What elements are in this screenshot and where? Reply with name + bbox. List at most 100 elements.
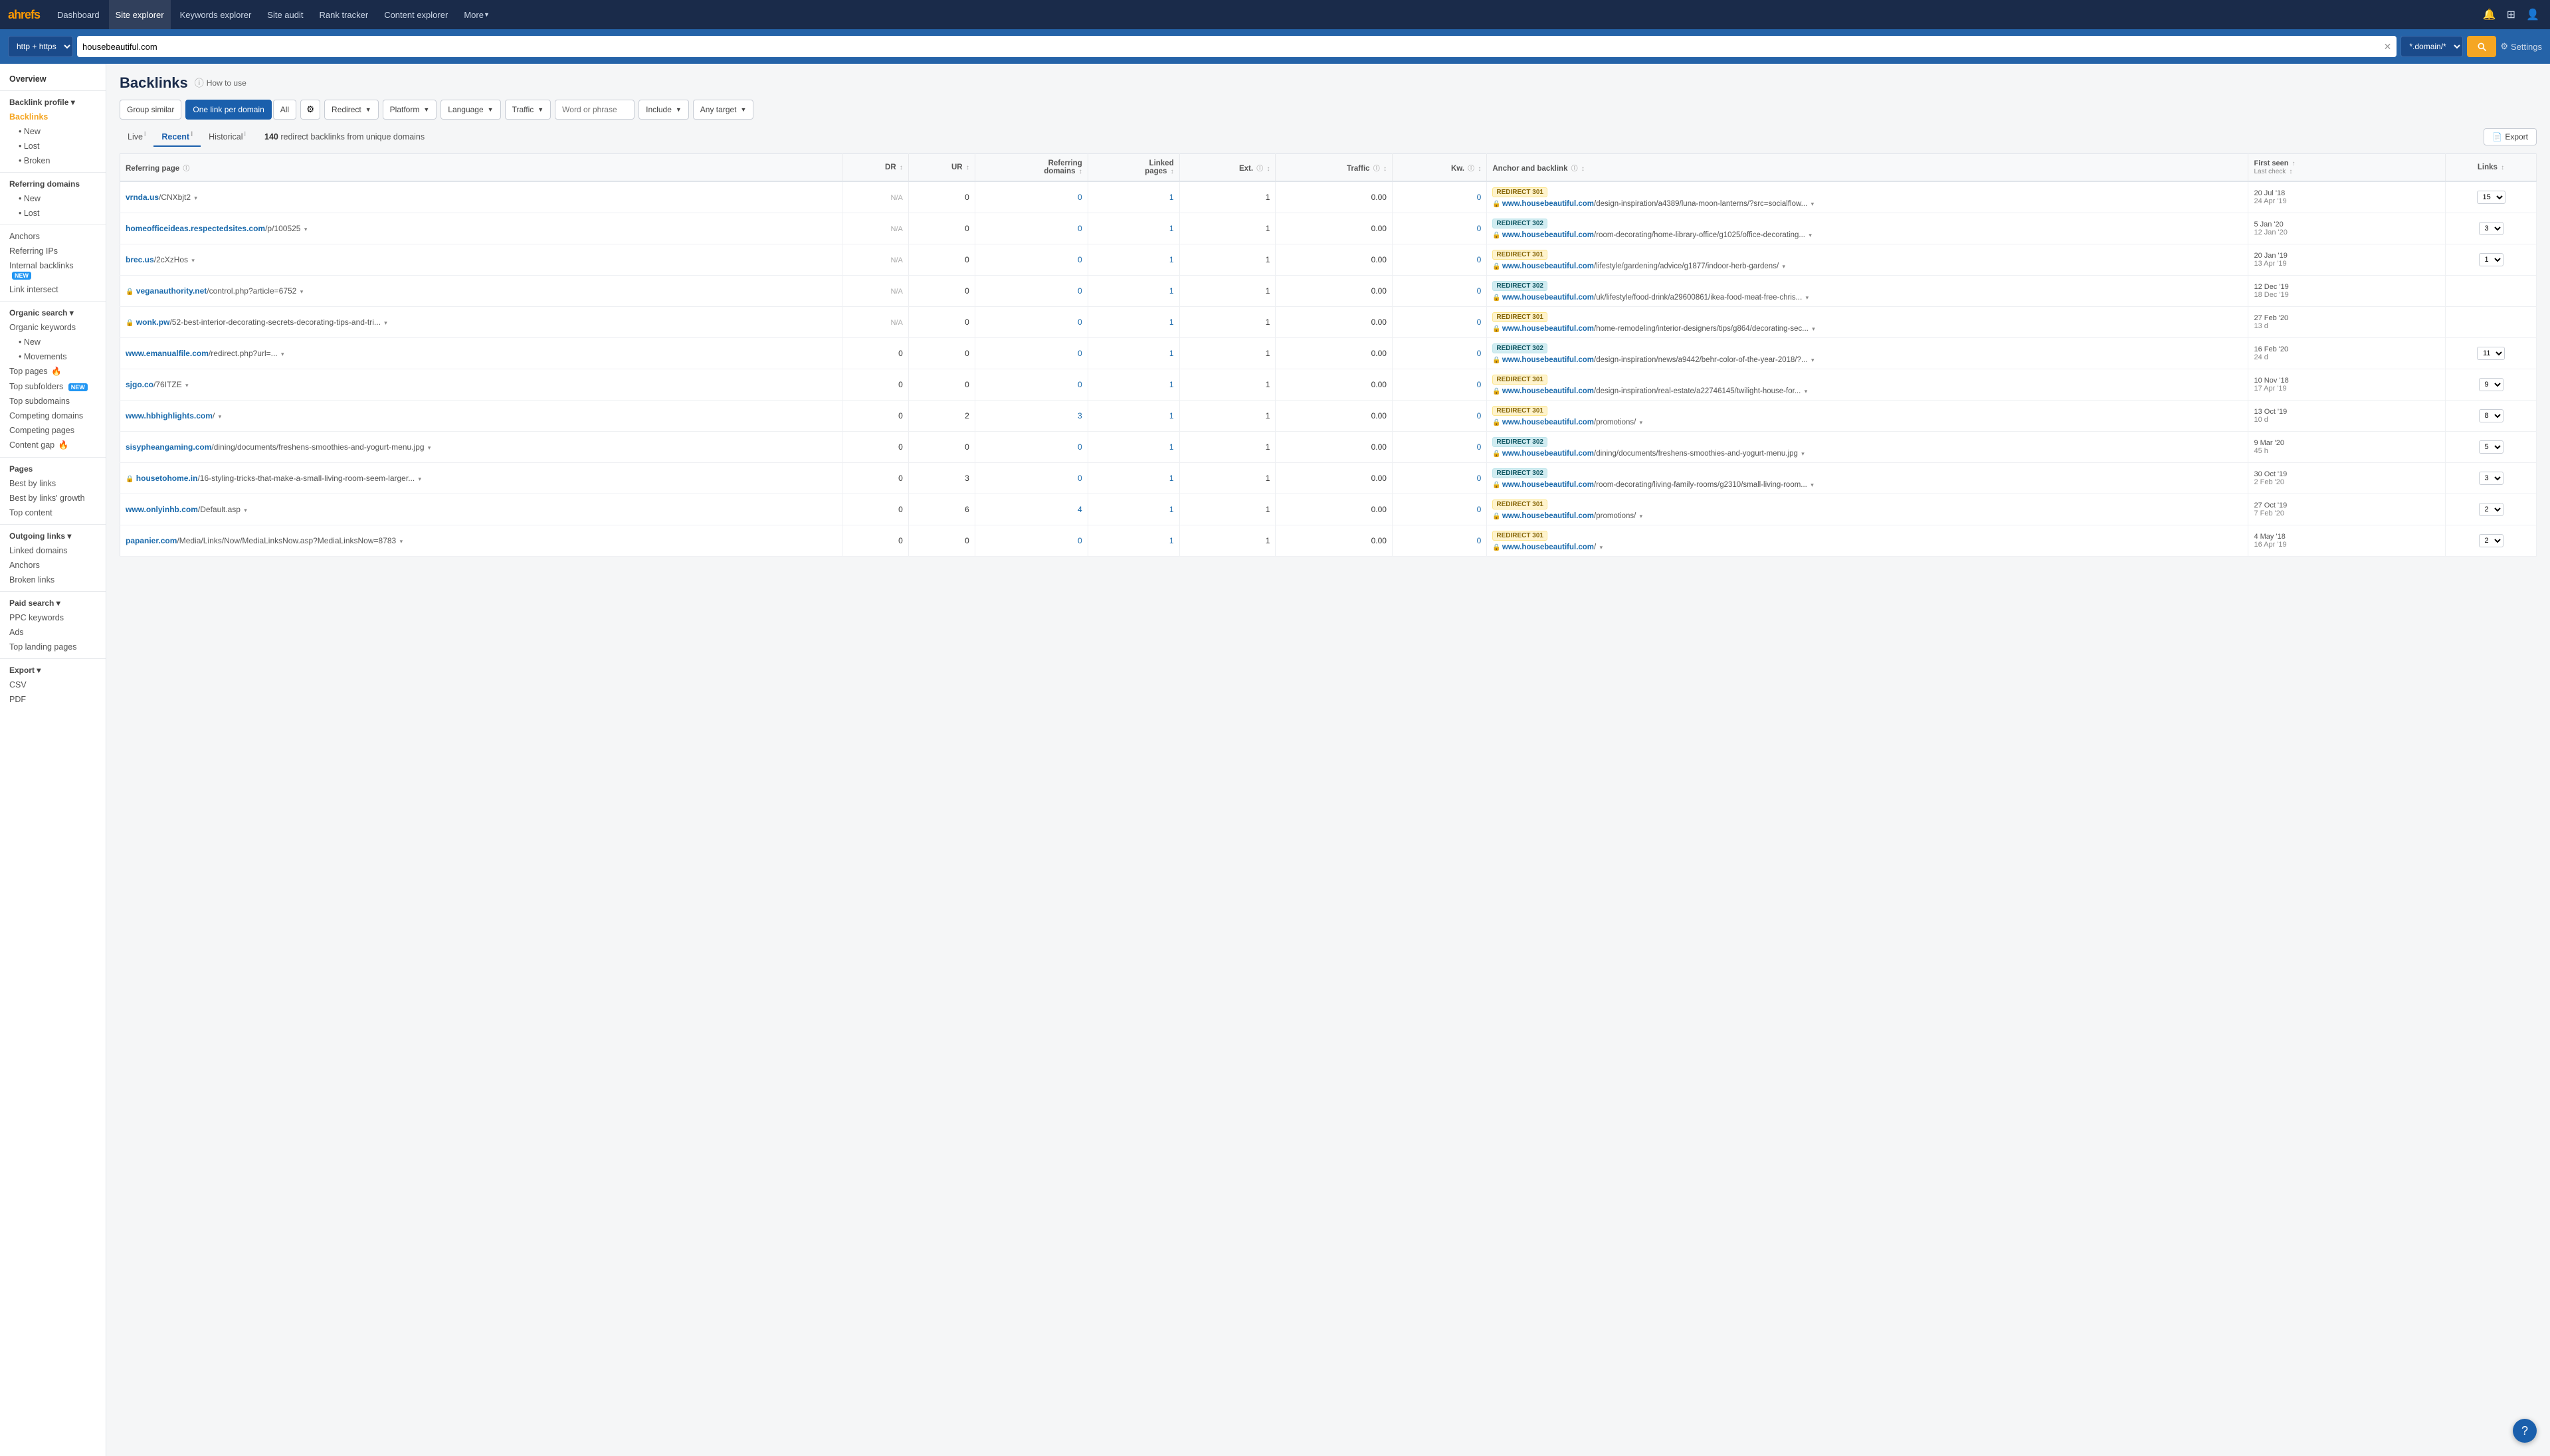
sidebar-top-subfolders[interactable]: Top subfolders NEW — [0, 379, 106, 394]
pattern-select[interactable]: *.domain/* domain/* *.domain exact — [2401, 36, 2463, 57]
sidebar-item-new[interactable]: • New — [0, 124, 106, 139]
links-select[interactable]: 8 — [2479, 409, 2503, 422]
referring-page-link[interactable]: 🔒 veganauthority.net — [126, 286, 207, 296]
nav-content-explorer[interactable]: Content explorer — [377, 0, 454, 29]
sidebar-top-subdomains[interactable]: Top subdomains — [0, 394, 106, 409]
referring-page-link[interactable]: brec.us — [126, 255, 154, 264]
ref-dropdown-icon[interactable]: ▾ — [191, 257, 195, 264]
sidebar-ppc-keywords[interactable]: PPC keywords — [0, 610, 106, 625]
links-select[interactable]: 11 — [2477, 347, 2505, 360]
links-select[interactable]: 2 — [2479, 534, 2503, 547]
how-to-use-link[interactable]: ⓘ How to use — [195, 76, 246, 90]
ref-dropdown-icon[interactable]: ▾ — [419, 476, 422, 482]
nav-site-explorer[interactable]: Site explorer — [109, 0, 171, 29]
ref-domains-link[interactable]: 0 — [1078, 255, 1082, 264]
nav-notifications[interactable]: 🔔 — [2480, 5, 2499, 24]
sidebar-ok-new[interactable]: • New — [0, 335, 106, 349]
search-button[interactable] — [2467, 36, 2496, 57]
sidebar-competing-domains[interactable]: Competing domains — [0, 409, 106, 423]
redirect-filter[interactable]: Redirect ▼ — [324, 100, 379, 120]
linked-pages-link[interactable]: 1 — [1169, 505, 1174, 514]
th-ext[interactable]: Ext. ⓘ ↕ — [1179, 154, 1276, 182]
ref-dropdown-icon[interactable]: ▾ — [219, 413, 222, 420]
sidebar-linked-domains[interactable]: Linked domains — [0, 543, 106, 558]
sidebar-organic-keywords[interactable]: Organic keywords — [0, 320, 106, 335]
anchor-dropdown-icon[interactable]: ▾ — [1805, 388, 1808, 395]
links-select[interactable]: 3 — [2479, 472, 2503, 485]
platform-filter[interactable]: Platform ▼ — [383, 100, 437, 120]
th-first-seen[interactable]: First seen ↑Last check ↕ — [2248, 154, 2446, 182]
referring-page-link[interactable]: www.emanualfile.com — [126, 349, 209, 358]
links-select[interactable]: 5 — [2479, 440, 2503, 454]
kw-link[interactable]: 0 — [1477, 380, 1482, 389]
nav-site-audit[interactable]: Site audit — [260, 0, 310, 29]
th-ref-domains[interactable]: Referringdomains ↕ — [975, 154, 1088, 182]
anchor-link[interactable]: 🔒www.housebeautiful.com/promotions/ — [1492, 512, 1636, 520]
one-link-per-domain-button[interactable]: One link per domain — [185, 100, 271, 120]
anchor-link[interactable]: 🔒www.housebeautiful.com/home-remodeling/… — [1492, 325, 1809, 333]
ref-domains-link[interactable]: 0 — [1078, 536, 1082, 545]
sidebar-best-by-growth[interactable]: Best by links' growth — [0, 491, 106, 505]
protocol-select[interactable]: http + https http https — [8, 36, 73, 57]
tab-historical[interactable]: Historicali — [201, 126, 254, 147]
ref-dropdown-icon[interactable]: ▾ — [384, 319, 387, 326]
sidebar-top-pages[interactable]: Top pages 🔥 — [0, 364, 106, 379]
anchor-dropdown-icon[interactable]: ▾ — [1812, 325, 1815, 332]
links-select[interactable]: 2 — [2479, 503, 2503, 516]
referring-page-link[interactable]: 🔒 housetohome.in — [126, 474, 197, 483]
th-dr[interactable]: DR ↕ — [842, 154, 908, 182]
linked-pages-link[interactable]: 1 — [1169, 255, 1174, 264]
sidebar-pdf[interactable]: PDF — [0, 692, 106, 707]
sidebar-item-broken[interactable]: • Broken — [0, 153, 106, 168]
ref-domains-link[interactable]: 4 — [1078, 505, 1082, 514]
nav-more[interactable]: More ▼ — [457, 0, 496, 29]
anchor-dropdown-icon[interactable]: ▾ — [1600, 544, 1603, 551]
anchor-dropdown-icon[interactable]: ▾ — [1640, 419, 1643, 426]
kw-link[interactable]: 0 — [1477, 411, 1482, 420]
sidebar-outgoing-anchors[interactable]: Anchors — [0, 558, 106, 573]
referring-page-link[interactable]: vrnda.us — [126, 193, 159, 202]
sidebar-overview[interactable]: Overview — [0, 72, 106, 86]
all-button[interactable]: All — [273, 100, 296, 120]
linked-pages-link[interactable]: 1 — [1169, 380, 1174, 389]
linked-pages-link[interactable]: 1 — [1169, 193, 1174, 202]
nav-user[interactable]: 👤 — [2523, 5, 2542, 24]
ref-domains-link[interactable]: 0 — [1078, 193, 1082, 202]
ref-dropdown-icon[interactable]: ▾ — [185, 382, 189, 389]
language-filter[interactable]: Language ▼ — [441, 100, 500, 120]
ref-dropdown-icon[interactable]: ▾ — [304, 226, 308, 232]
anchor-dropdown-icon[interactable]: ▾ — [1811, 482, 1814, 488]
sidebar-organic-search[interactable]: Organic search ▾ — [0, 306, 106, 320]
ref-domains-link[interactable]: 0 — [1078, 442, 1082, 452]
anchor-dropdown-icon[interactable]: ▾ — [1783, 263, 1786, 270]
ref-domains-link[interactable]: 0 — [1078, 318, 1082, 327]
ref-domains-link[interactable]: 0 — [1078, 286, 1082, 296]
anchor-link[interactable]: 🔒www.housebeautiful.com/uk/lifestyle/foo… — [1492, 294, 1802, 302]
th-links[interactable]: Links ↕ — [2446, 154, 2537, 182]
kw-link[interactable]: 0 — [1477, 286, 1482, 296]
export-button[interactable]: 📄 Export — [2484, 128, 2537, 145]
sidebar-item-lost[interactable]: • Lost — [0, 139, 106, 153]
anchor-dropdown-icon[interactable]: ▾ — [1801, 450, 1805, 457]
th-traffic[interactable]: Traffic ⓘ ↕ — [1276, 154, 1392, 182]
referring-page-link[interactable]: papanier.com — [126, 536, 177, 545]
kw-link[interactable]: 0 — [1477, 442, 1482, 452]
linked-pages-link[interactable]: 1 — [1169, 536, 1174, 545]
anchor-dropdown-icon[interactable]: ▾ — [1640, 513, 1643, 519]
ref-dropdown-icon[interactable]: ▾ — [281, 351, 284, 357]
linked-pages-link[interactable]: 1 — [1169, 411, 1174, 420]
sidebar-referring-domains[interactable]: Referring domains — [0, 177, 106, 191]
kw-link[interactable]: 0 — [1477, 474, 1482, 483]
sidebar-backlink-profile[interactable]: Backlink profile ▾ — [0, 95, 106, 110]
include-filter[interactable]: Include ▼ — [638, 100, 689, 120]
kw-link[interactable]: 0 — [1477, 505, 1482, 514]
anchor-dropdown-icon[interactable]: ▾ — [1809, 232, 1812, 238]
sidebar-top-content[interactable]: Top content — [0, 505, 106, 520]
settings-button[interactable]: ⚙ Settings — [2500, 41, 2542, 52]
sidebar-ok-movements[interactable]: • Movements — [0, 349, 106, 364]
sidebar-item-backlinks[interactable]: Backlinks — [0, 110, 106, 124]
anchor-link[interactable]: 🔒www.housebeautiful.com/design-inspirati… — [1492, 387, 1801, 395]
referring-page-link[interactable]: 🔒 wonk.pw — [126, 318, 169, 327]
linked-pages-link[interactable]: 1 — [1169, 474, 1174, 483]
ref-domains-link[interactable]: 0 — [1078, 224, 1082, 233]
